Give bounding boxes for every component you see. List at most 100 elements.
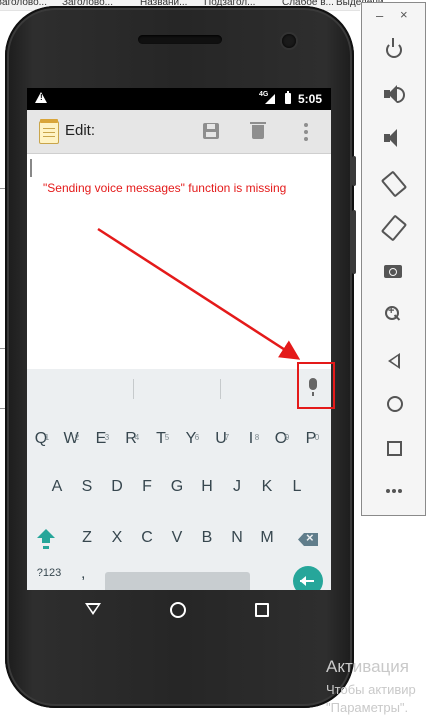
key-j[interactable]: J bbox=[224, 472, 250, 502]
warning-icon bbox=[35, 92, 47, 103]
back-button[interactable] bbox=[380, 345, 410, 375]
save-icon bbox=[203, 123, 219, 139]
rotate-left-icon bbox=[380, 170, 408, 198]
key-f[interactable]: F bbox=[134, 472, 160, 502]
volume-side-button[interactable] bbox=[352, 156, 356, 186]
key-hint: 8 bbox=[254, 433, 260, 442]
key-b[interactable]: B bbox=[194, 523, 220, 553]
key-hint: 7 bbox=[224, 433, 230, 442]
overflow-menu-button[interactable] bbox=[291, 117, 321, 147]
key-hint: 0 bbox=[314, 433, 320, 442]
key-k[interactable]: K bbox=[254, 472, 280, 502]
save-button[interactable] bbox=[196, 117, 226, 147]
volume-wave bbox=[397, 87, 405, 103]
volume-down-button[interactable] bbox=[380, 125, 410, 155]
key-i[interactable]: 8I bbox=[238, 424, 264, 454]
text-cursor bbox=[30, 159, 32, 177]
home-icon bbox=[387, 396, 403, 412]
shift-key-icon[interactable] bbox=[37, 529, 55, 549]
key-t[interactable]: 5T bbox=[148, 424, 174, 454]
rotate-left-button[interactable] bbox=[380, 169, 410, 199]
key-hint: 3 bbox=[104, 433, 110, 442]
key-hint: 4 bbox=[134, 433, 140, 442]
back-icon bbox=[388, 353, 400, 369]
key-hint: 1 bbox=[44, 433, 50, 442]
status-clock: 5:05 bbox=[298, 92, 323, 106]
suggestion-strip bbox=[27, 369, 331, 409]
activation-watermark-line: Чтобы активир bbox=[326, 682, 416, 697]
symbols-key[interactable]: ?123 bbox=[31, 567, 67, 587]
key-o[interactable]: 9O bbox=[268, 424, 294, 454]
more-button[interactable] bbox=[380, 477, 410, 507]
key-w[interactable]: 2W bbox=[58, 424, 84, 454]
key-e[interactable]: 3E bbox=[88, 424, 114, 454]
key-x[interactable]: X bbox=[104, 523, 130, 553]
key-hint: 5 bbox=[164, 433, 170, 442]
volume-up-button[interactable] bbox=[380, 81, 410, 111]
delete-button[interactable] bbox=[243, 117, 273, 147]
key-d[interactable]: D bbox=[104, 472, 130, 502]
annotation-highlight-box bbox=[297, 362, 335, 409]
volume-up-icon bbox=[384, 85, 397, 103]
rotate-right-button[interactable] bbox=[380, 213, 410, 243]
suggestion-divider bbox=[133, 379, 134, 399]
key-z[interactable]: Z bbox=[74, 523, 100, 553]
zoom-button[interactable] bbox=[380, 301, 410, 331]
key-r[interactable]: 4R bbox=[118, 424, 144, 454]
battery-icon bbox=[285, 91, 291, 104]
key-p[interactable]: 0P bbox=[298, 424, 324, 454]
key-q[interactable]: 1Q bbox=[28, 424, 54, 454]
key-v[interactable]: V bbox=[164, 523, 190, 553]
nav-home-icon[interactable] bbox=[170, 602, 186, 618]
annotation-text: "Sending voice messages" function is mis… bbox=[43, 181, 287, 195]
activation-watermark-title: Активация bbox=[326, 657, 409, 676]
rotate-right-icon bbox=[380, 214, 408, 242]
camera-icon bbox=[384, 265, 402, 278]
key-a[interactable]: A bbox=[44, 472, 70, 502]
suggestion-divider bbox=[220, 379, 221, 399]
power-icon bbox=[386, 38, 402, 58]
space-bar[interactable] bbox=[105, 572, 250, 590]
phone-screen: 4G 5:05 Edit: 1Q 2W 3E 4R 5T 6Y 7U 8I 9O bbox=[27, 88, 331, 590]
close-button[interactable]: × bbox=[400, 7, 410, 22]
trash-icon bbox=[250, 122, 266, 139]
key-h[interactable]: H bbox=[194, 472, 220, 502]
backspace-key-icon[interactable] bbox=[298, 533, 318, 546]
front-camera-icon bbox=[282, 34, 296, 48]
screenshot-button[interactable] bbox=[380, 257, 410, 287]
status-bar: 4G 5:05 bbox=[27, 88, 331, 110]
comma-key[interactable]: , bbox=[81, 565, 93, 583]
home-button[interactable] bbox=[380, 389, 410, 419]
key-y[interactable]: 6Y bbox=[178, 424, 204, 454]
power-side-button[interactable] bbox=[352, 210, 356, 274]
key-n[interactable]: N bbox=[224, 523, 250, 553]
key-hint: 9 bbox=[284, 433, 290, 442]
soft-keyboard: 1Q 2W 3E 4R 5T 6Y 7U 8I 9O 0P A S D F G … bbox=[27, 409, 331, 590]
overview-icon bbox=[387, 441, 402, 456]
activation-watermark-line: "Параметры". bbox=[326, 700, 409, 715]
volume-down-icon bbox=[384, 129, 397, 147]
nav-recents-icon[interactable] bbox=[255, 603, 269, 617]
overflow-icon bbox=[304, 123, 308, 127]
phone-speaker bbox=[138, 35, 222, 44]
overview-button[interactable] bbox=[380, 433, 410, 463]
background-tab: Заголово... bbox=[0, 0, 47, 8]
power-button[interactable] bbox=[380, 36, 410, 66]
key-m[interactable]: M bbox=[254, 523, 280, 553]
nav-back-icon[interactable] bbox=[85, 603, 101, 615]
navigation-bar bbox=[27, 590, 331, 630]
key-hint: 2 bbox=[74, 433, 80, 442]
key-c[interactable]: C bbox=[134, 523, 160, 553]
key-u[interactable]: 7U bbox=[208, 424, 234, 454]
key-l[interactable]: L bbox=[284, 472, 310, 502]
emulator-toolbar: – × bbox=[361, 2, 426, 516]
key-s[interactable]: S bbox=[74, 472, 100, 502]
enter-key-icon[interactable] bbox=[293, 566, 323, 590]
action-bar: Edit: bbox=[27, 110, 331, 154]
notepad-app-icon bbox=[39, 119, 59, 144]
more-icon bbox=[386, 489, 390, 493]
key-hint: 6 bbox=[194, 433, 200, 442]
page-title: Edit: bbox=[65, 122, 96, 139]
key-g[interactable]: G bbox=[164, 472, 190, 502]
minimize-button[interactable]: – bbox=[376, 8, 386, 23]
